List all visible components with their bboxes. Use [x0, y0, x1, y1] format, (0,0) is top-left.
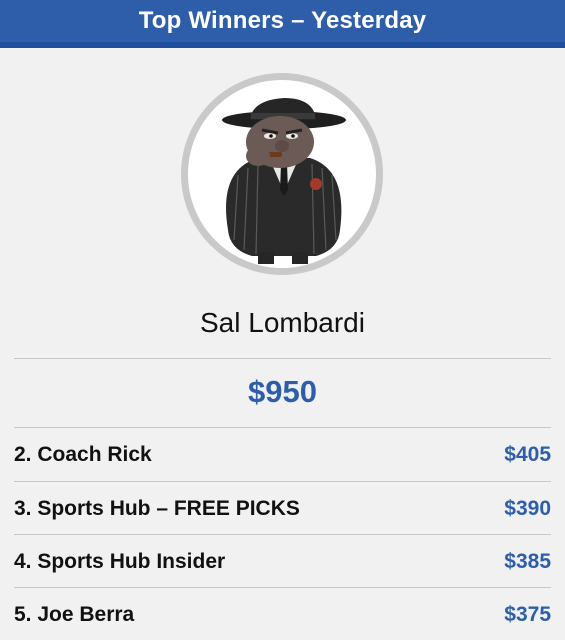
avatar-image-frame	[188, 80, 376, 268]
ranking-amount: $405	[504, 442, 551, 466]
winner-avatar[interactable]	[181, 73, 383, 275]
panel-header: Top Winners – Yesterday	[0, 0, 565, 48]
divider	[14, 358, 551, 359]
ranking-label: 2. Coach Rick	[14, 442, 152, 466]
cartoon-gangster-avatar-icon	[222, 98, 346, 264]
ranking-label: 4. Sports Hub Insider	[14, 549, 226, 573]
ranking-row[interactable]: 5. Joe Berra $375	[14, 588, 551, 640]
ranking-row[interactable]: 4. Sports Hub Insider $385	[14, 535, 551, 588]
ranking-label: 3. Sports Hub – FREE PICKS	[14, 496, 300, 520]
winner-amount: $950	[248, 374, 317, 409]
ranking-amount: $385	[504, 549, 551, 573]
ranking-row[interactable]: 2. Coach Rick $405	[14, 428, 551, 481]
ranking-row[interactable]: 3. Sports Hub – FREE PICKS $390	[14, 482, 551, 535]
winner-name: Sal Lombardi	[200, 307, 365, 338]
ranking-amount: $375	[504, 602, 551, 626]
ranking-amount: $390	[504, 496, 551, 520]
ranking-label: 5. Joe Berra	[14, 602, 135, 626]
panel-title: Top Winners – Yesterday	[138, 7, 427, 34]
top-winners-panel: Top Winners – Yesterday Sal Lombardi $95…	[0, 0, 565, 640]
